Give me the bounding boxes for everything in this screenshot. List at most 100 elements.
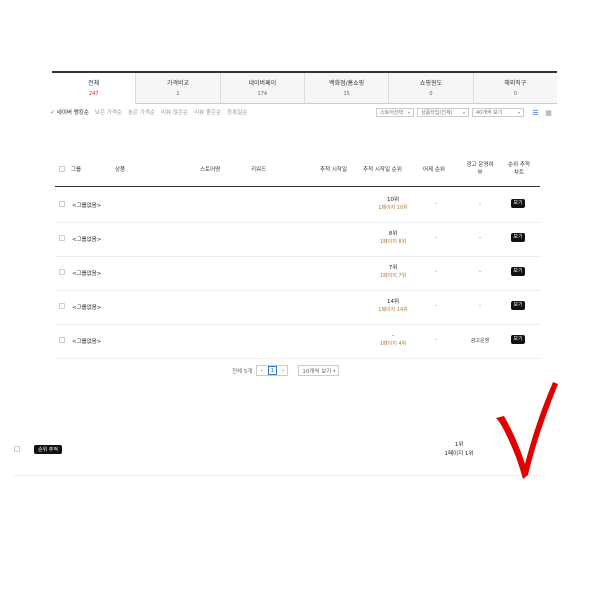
- rank-value: 7위: [388, 265, 398, 271]
- view-button[interactable]: 보기: [511, 301, 525, 310]
- store-select[interactable]: 스토어선택 ▾: [376, 108, 414, 117]
- tab-count: 174: [257, 91, 268, 97]
- row-checkbox[interactable]: [59, 337, 65, 343]
- total-count: 전체 5개: [232, 368, 253, 375]
- table-row: <그룹없음> 8위 1페이지 8위 - - 보기: [55, 222, 540, 257]
- rank-page-pos: 1페이지 14위: [378, 307, 408, 313]
- per-page-select[interactable]: 40개씩 보기 ▾: [472, 108, 524, 117]
- today-rank: -: [435, 201, 437, 207]
- sort-option-ranking[interactable]: ✓ 네이버 랭킹순: [50, 108, 89, 116]
- header-product: 상품: [115, 167, 126, 173]
- tab-count: 1: [176, 91, 180, 97]
- header-keyword: 키워드: [251, 167, 267, 173]
- chevron-down-icon: ▾: [333, 368, 336, 373]
- header-store: 스토어명: [200, 167, 221, 173]
- select-all-checkbox[interactable]: [59, 166, 65, 172]
- grid-view-icon[interactable]: ▦: [544, 108, 553, 117]
- row-checkbox[interactable]: [14, 446, 20, 452]
- tab-label: 전체: [88, 80, 100, 87]
- row-rank: 14위 1페이지 14위: [367, 298, 419, 314]
- select-value: 40개씩 보기: [476, 110, 503, 116]
- today-rank: -: [435, 337, 437, 343]
- red-check-mark-icon: [496, 382, 558, 479]
- table-row: <그룹없음> - 1페이지 4위 - 광고운영 보기: [55, 324, 540, 359]
- rank-value: 8위: [388, 231, 398, 237]
- row-checkbox[interactable]: [59, 201, 65, 207]
- sort-option-registered[interactable]: 등록일순: [227, 108, 247, 116]
- row-group: <그룹없음>: [72, 271, 102, 277]
- header-track-rank: 추적 시작일 순위: [363, 167, 402, 173]
- table-row: <그룹없음> 14위 1페이지 14위 - - 보기: [55, 290, 540, 325]
- sort-bar: ✓ 네이버 랭킹순 낮은 가격순 높은 가격순 리뷰 많은순 리뷰 좋은순 등록…: [50, 108, 247, 116]
- tab-shopping-window[interactable]: 쇼핑윈도 0: [388, 73, 473, 104]
- overlay-rank: 1위 1페이지 1위: [434, 441, 484, 459]
- chevron-down-icon: ▾: [462, 110, 465, 115]
- table-row: <그룹없음> 10위 1페이지 10위 - - 보기: [55, 188, 540, 223]
- select-value: 스토어선택: [380, 110, 404, 116]
- rank-page-pos: 1페이지 1위: [444, 451, 474, 457]
- type-select[interactable]: 상품타입(전체) ▾: [417, 108, 469, 117]
- row-group: <그룹없음>: [72, 339, 102, 345]
- chevron-down-icon: ▾: [407, 110, 410, 115]
- sort-option-review-count[interactable]: 리뷰 많은순: [161, 108, 188, 116]
- row-checkbox[interactable]: [59, 269, 65, 275]
- tab-label: 백화점/홈쇼핑: [329, 80, 365, 87]
- tab-label: 쇼핑윈도: [419, 80, 443, 87]
- tab-naver-pay[interactable]: 네이버페이 174: [219, 73, 304, 104]
- view-button[interactable]: 보기: [511, 335, 525, 344]
- row-ad: -: [479, 303, 481, 309]
- view-button[interactable]: 보기: [511, 199, 525, 208]
- today-rank: -: [435, 235, 437, 241]
- header-track-start: 추적 시작일: [320, 167, 348, 173]
- rank-page-pos: 1페이지 4위: [379, 341, 407, 347]
- sort-option-low-price[interactable]: 낮은 가격순: [95, 108, 122, 116]
- rank-value: 1위: [454, 442, 464, 448]
- tab-all[interactable]: 전체 247: [52, 73, 136, 104]
- row-rank: 10위 1페이지 10위: [367, 196, 419, 212]
- category-tabs: 전체 247 가격비교 1 네이버페이 174 백화점/홈쇼핑 15 쇼핑윈도 0 해외직…: [52, 71, 557, 104]
- row-group: <그룹없음>: [72, 203, 102, 209]
- rank-value: 10위: [386, 197, 400, 203]
- tab-label: 가격비교: [166, 80, 190, 87]
- tab-count: 247: [88, 91, 99, 97]
- tab-count: 15: [343, 91, 350, 97]
- row-group: <그룹없음>: [72, 237, 102, 243]
- table-row: <그룹없음> 7위 1페이지 7위 - - 보기: [55, 256, 540, 291]
- list-view-icon[interactable]: ☰: [531, 108, 540, 117]
- tab-label: 해외직구: [504, 80, 527, 87]
- rank-page-pos: 1페이지 8위: [379, 239, 407, 245]
- sort-option-review-score[interactable]: 리뷰 좋은순: [194, 108, 221, 116]
- tab-dept-homeshopping[interactable]: 백화점/홈쇼핑 15: [303, 73, 389, 104]
- row-group: <그룹없음>: [72, 305, 102, 311]
- row-checkbox[interactable]: [59, 303, 65, 309]
- tab-label: 네이버페이: [248, 80, 277, 87]
- page-nav: ‹ 1 ›: [256, 365, 289, 376]
- page-number-current[interactable]: 1: [267, 366, 278, 375]
- row-rank: 8위 1페이지 8위: [367, 230, 419, 246]
- row-ad: 광고운영: [470, 338, 490, 344]
- row-checkbox[interactable]: [59, 235, 65, 241]
- rank-track-badge[interactable]: 순위 추적: [34, 445, 62, 454]
- row-ad: -: [479, 235, 481, 241]
- select-value: 상품타입(전체): [421, 110, 453, 116]
- row-ad: -: [479, 269, 481, 275]
- rank-page-pos: 1페이지 7위: [379, 273, 407, 279]
- table-header: 그룹 상품 스토어명 키워드 추적 시작일 추적 시작일 순위 어제 순위 광고…: [55, 158, 540, 187]
- tab-price-compare[interactable]: 가격비교 1: [135, 73, 220, 104]
- header-today-rank: 어제 순위: [423, 167, 445, 173]
- check-icon: ✓: [50, 109, 56, 116]
- overlay-row: 순위 추적 1위 1페이지 1위: [14, 440, 542, 476]
- header-rank-chart: 순위 추적차트: [508, 162, 530, 176]
- tab-count: 0: [513, 91, 517, 97]
- rank-value: -: [392, 333, 394, 339]
- view-button[interactable]: 보기: [511, 267, 525, 276]
- prev-page-icon[interactable]: ‹: [260, 368, 262, 374]
- next-page-icon[interactable]: ›: [282, 368, 284, 374]
- per-page-dropdown[interactable]: 10개씩 보기 ▾: [298, 365, 340, 376]
- sort-label: 네이버 랭킹순: [56, 110, 89, 116]
- header-ad: 광고 운영여부: [466, 162, 494, 176]
- view-button[interactable]: 보기: [511, 233, 525, 242]
- sort-option-high-price[interactable]: 높은 가격순: [128, 108, 155, 116]
- tab-overseas[interactable]: 해외직구 0: [472, 73, 557, 104]
- row-ad: -: [479, 201, 481, 207]
